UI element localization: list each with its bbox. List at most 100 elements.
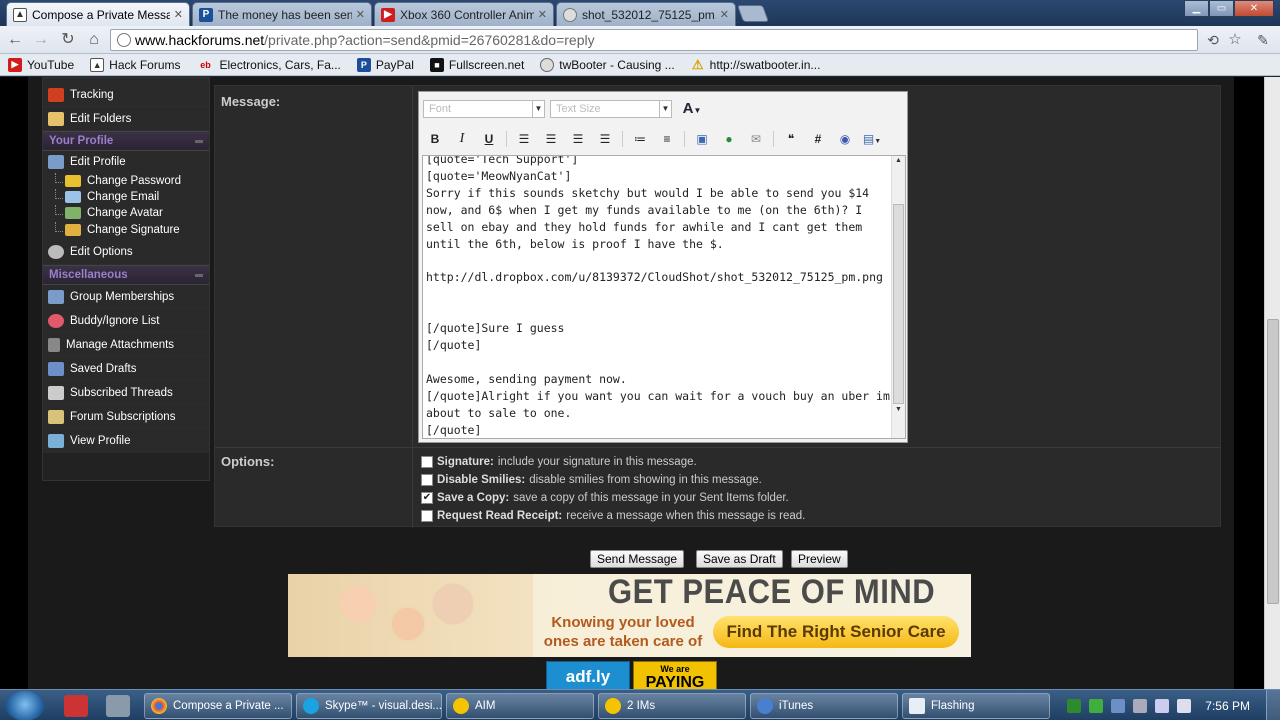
bullet-list-button[interactable]: ≡ (657, 130, 677, 148)
sidebar-item-forum-subscriptions[interactable]: Forum Subscriptions (43, 405, 209, 429)
close-tab-icon[interactable]: ✕ (356, 8, 365, 21)
wrench-menu-icon[interactable]: ✎ (1252, 30, 1274, 50)
signature-checkbox[interactable] (421, 456, 433, 468)
home-icon[interactable]: ⌂ (83, 30, 105, 50)
insert-image-icon[interactable]: ▣ (692, 130, 712, 148)
insert-link-icon[interactable]: ● (719, 130, 739, 148)
tools-icon[interactable] (106, 695, 130, 717)
sidebar-item-subscribed-threads[interactable]: Subscribed Threads (43, 381, 209, 405)
scroll-down-icon[interactable]: ▼ (892, 406, 905, 419)
sidebar-header-miscellaneous[interactable]: Miscellaneous (43, 265, 209, 285)
page-scroll-thumb[interactable] (1267, 319, 1279, 604)
bookmark-hackforums[interactable]: ▲ Hack Forums (90, 57, 181, 72)
taskbar-clock[interactable]: 7:56 PM (1205, 699, 1250, 713)
option-signature[interactable]: Signature: include your signature in thi… (421, 456, 697, 468)
font-select[interactable]: Font ▼ (423, 100, 545, 118)
option-save-copy[interactable]: ✔ Save a Copy: save a copy of this messa… (421, 492, 789, 504)
taskbar-item-chrome[interactable]: Compose a Private ... (144, 693, 292, 719)
sidebar-item-group-memberships[interactable]: Group Memberships (43, 285, 209, 309)
textarea-scrollbar[interactable]: ▲ ▼ (891, 156, 905, 438)
close-tab-icon[interactable]: ✕ (174, 8, 183, 21)
bookmark-paypal[interactable]: P PayPal (356, 57, 414, 72)
sidebar-item-edit-options[interactable]: Edit Options (43, 239, 209, 265)
sidebar-item-view-profile[interactable]: View Profile (43, 429, 209, 453)
bookmark-ebay[interactable]: eb Electronics, Cars, Fa... (197, 58, 341, 72)
justify-button[interactable]: ☰ (595, 130, 615, 148)
save-copy-checkbox[interactable]: ✔ (421, 492, 433, 504)
text-color-button[interactable]: A▼ (677, 100, 707, 118)
text-size-select[interactable]: Text Size ▼ (550, 100, 672, 118)
bookmark-youtube[interactable]: ▶ YouTube (8, 57, 74, 72)
option-read-receipt[interactable]: Request Read Receipt: receive a message … (421, 510, 805, 522)
insert-php-icon[interactable]: ◉ (835, 130, 855, 148)
tray-monitor-icon[interactable] (1111, 698, 1126, 713)
option-disable-smilies[interactable]: Disable Smilies: disable smilies from sh… (421, 474, 762, 486)
sidebar-item-change-email[interactable]: Change Email (43, 189, 209, 205)
sidebar-item-buddy-list[interactable]: Buddy/Ignore List (43, 309, 209, 333)
taskbar-item-itunes[interactable]: iTunes (750, 693, 898, 719)
new-tab-button[interactable] (736, 5, 770, 22)
translate-icon[interactable]: ⟲ (1202, 30, 1224, 50)
bold-button[interactable]: B (425, 130, 445, 148)
insert-video-icon[interactable]: ▤▼ (862, 130, 882, 148)
sidebar-item-edit-folders[interactable]: Edit Folders (43, 107, 209, 131)
save-draft-button[interactable]: Save as Draft (696, 550, 783, 568)
align-center-button[interactable]: ☰ (541, 130, 561, 148)
minimize-button[interactable]: ▁ (1184, 0, 1209, 17)
sidebar-item-manage-attachments[interactable]: Manage Attachments (43, 333, 209, 357)
tray-battery-icon[interactable] (1133, 698, 1148, 713)
preview-button[interactable]: Preview (791, 550, 848, 568)
reload-button[interactable]: ↻ (57, 30, 79, 50)
tab-money-sent[interactable]: P The money has been sent! ✕ (192, 2, 372, 26)
read-receipt-checkbox[interactable] (421, 510, 433, 522)
show-desktop-button[interactable] (1266, 690, 1280, 720)
bookmark-swatbooter[interactable]: ⚠ http://swatbooter.in... (691, 57, 821, 72)
scroll-up-icon[interactable]: ▲ (892, 157, 905, 170)
taskbar-item-skype[interactable]: Skype™ - visual.desi... (296, 693, 442, 719)
disable-smilies-checkbox[interactable] (421, 474, 433, 486)
sidebar-item-change-signature[interactable]: Change Signature (43, 221, 209, 239)
paying-badge[interactable]: We are PAYING (633, 661, 717, 689)
adfly-badge[interactable]: adf.ly (546, 661, 630, 689)
advertisement-banner[interactable]: GET PEACE OF MIND Knowing your loved one… (288, 574, 971, 657)
close-tab-icon[interactable]: ✕ (538, 8, 547, 21)
textarea-scroll-thumb[interactable] (893, 204, 904, 404)
close-window-button[interactable]: ✕ (1234, 0, 1274, 17)
sidebar-item-edit-profile[interactable]: Edit Profile (43, 151, 209, 173)
bookmark-star-icon[interactable]: ☆ (1224, 30, 1246, 50)
page-info-icon[interactable] (117, 33, 131, 47)
numbered-list-button[interactable]: ≔ (630, 130, 650, 148)
tray-app-icon[interactable] (1067, 698, 1082, 713)
italic-button[interactable]: I (452, 130, 472, 148)
maximize-button[interactable]: ▭ (1209, 0, 1234, 17)
tray-volume-icon[interactable] (1177, 698, 1192, 713)
underline-button[interactable]: U (479, 130, 499, 148)
message-textarea[interactable]: [quote='Tech Support'] [quote='MeowNyanC… (422, 155, 906, 439)
page-scrollbar[interactable] (1264, 77, 1280, 689)
sidebar-item-change-password[interactable]: Change Password (43, 173, 209, 189)
close-tab-icon[interactable]: ✕ (720, 8, 729, 21)
taskbar-item-aim[interactable]: AIM (446, 693, 594, 719)
taskbar-item-ims[interactable]: 2 IMs (598, 693, 746, 719)
insert-code-icon[interactable]: # (808, 130, 828, 148)
address-bar[interactable]: www.hackforums.net/private.php?action=se… (110, 29, 1198, 51)
bookmark-twbooter[interactable]: twBooter - Causing ... (540, 57, 675, 72)
taskbar-item-flashing[interactable]: Flashing (902, 693, 1050, 719)
collapse-icon[interactable] (195, 273, 203, 277)
tray-network-icon[interactable] (1089, 698, 1104, 713)
sidebar-item-change-avatar[interactable]: Change Avatar (43, 205, 209, 221)
collapse-icon[interactable] (195, 139, 203, 143)
tab-shot-image[interactable]: shot_532012_75125_pm.png ✕ (556, 2, 736, 26)
tray-signal-icon[interactable] (1155, 698, 1170, 713)
ad-cta-button[interactable]: Find The Right Senior Care (713, 616, 959, 648)
bookmark-fullscreen[interactable]: ■ Fullscreen.net (429, 57, 524, 72)
back-button[interactable]: ← (4, 30, 26, 50)
align-left-button[interactable]: ☰ (514, 130, 534, 148)
align-right-button[interactable]: ☰ (568, 130, 588, 148)
media-icon[interactable] (64, 695, 88, 717)
sidebar-header-your-profile[interactable]: Your Profile (43, 131, 209, 151)
tab-compose-pm[interactable]: ▲ Compose a Private Message ✕ (6, 2, 190, 26)
tab-xbox-controller[interactable]: ▶ Xbox 360 Controller Animati ✕ (374, 2, 554, 26)
start-button[interactable] (6, 691, 44, 720)
insert-quote-icon[interactable]: ❝ (781, 130, 801, 148)
